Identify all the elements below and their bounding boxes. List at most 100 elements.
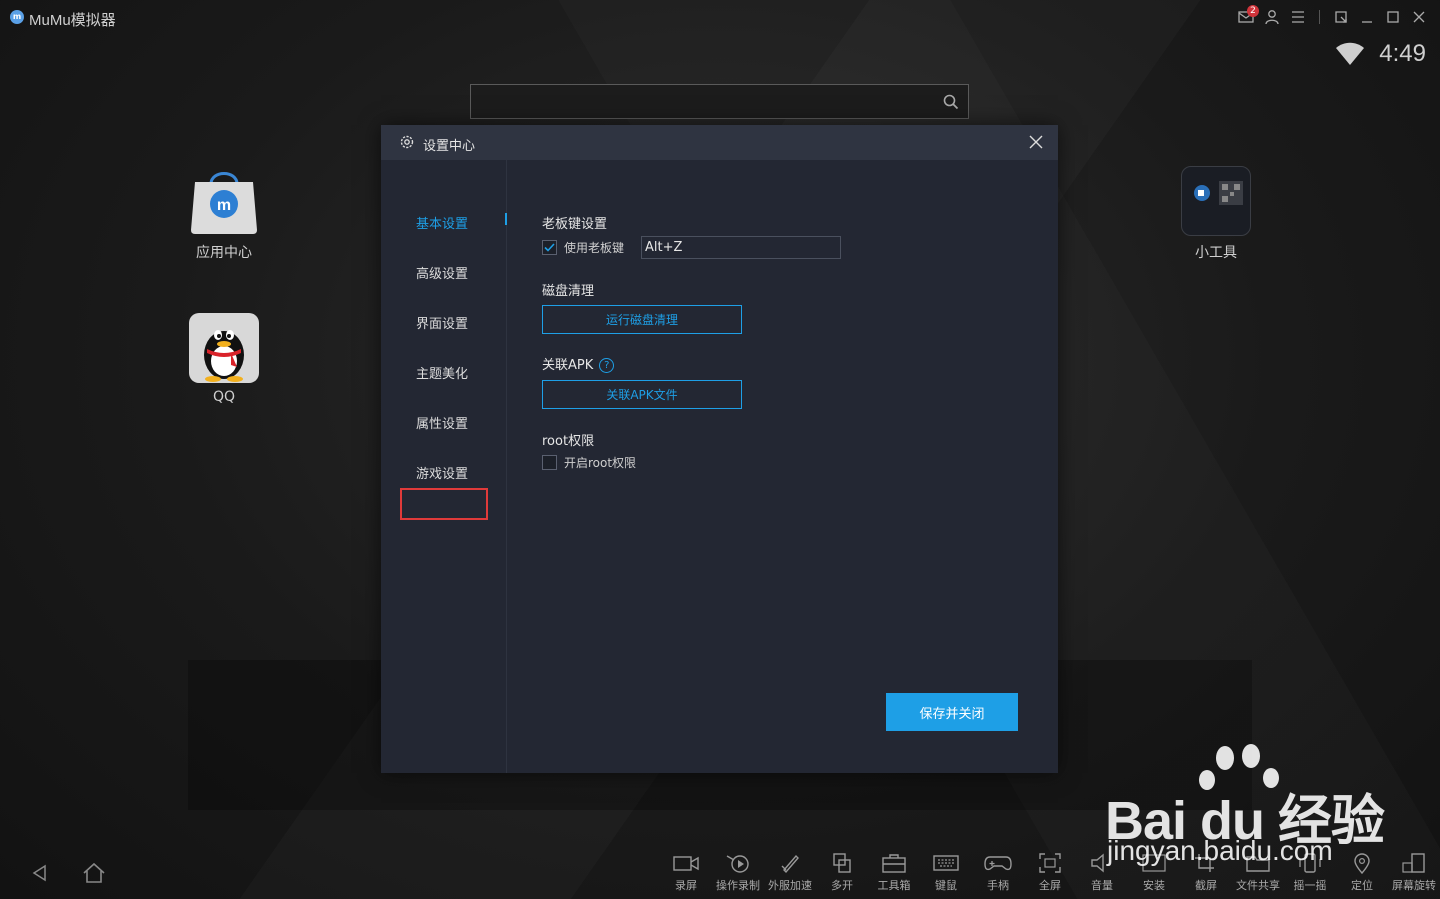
tool-label: 屏幕旋转 [1392, 879, 1436, 892]
minimize-icon[interactable] [1356, 6, 1378, 28]
search-bar [470, 84, 969, 119]
fullscreen-icon [1039, 853, 1061, 873]
tool-volume[interactable]: 音量 [1076, 850, 1128, 893]
crop-icon [1195, 854, 1214, 872]
active-nav-indicator [505, 213, 507, 225]
settings-nav: 基本设置 高级设置 界面设置 主题美化 属性设置 游戏设置 [381, 160, 507, 773]
boss-key-checkbox-label: 使用老板键 [564, 241, 625, 255]
apk-install-icon [1142, 854, 1166, 872]
tool-label: 摇一摇 [1293, 879, 1327, 892]
close-icon[interactable] [1028, 134, 1044, 150]
tool-label: 安装 [1143, 879, 1165, 892]
nav-property-settings[interactable]: 属性设置 [416, 413, 468, 432]
root-permission-checkbox-label: 开启root权限 [564, 456, 637, 470]
app-center[interactable]: m 应用中心 [179, 166, 269, 262]
nav-basic-settings[interactable]: 基本设置 [416, 213, 468, 232]
dialog-title: 设置中心 [423, 139, 476, 154]
back-icon[interactable] [30, 863, 50, 883]
home-icon[interactable] [82, 862, 106, 884]
tool-gamepad[interactable]: 手柄 [972, 850, 1024, 893]
tool-macro-record[interactable]: 操作录制 [712, 850, 764, 893]
nav-interface-settings[interactable]: 界面设置 [416, 313, 468, 332]
tool-multi-instance[interactable]: 多开 [816, 850, 868, 893]
associate-apk-button[interactable]: 关联APK文件 [542, 380, 742, 409]
search-input[interactable] [471, 85, 968, 118]
app-qq[interactable]: QQ [179, 313, 269, 405]
macro-record-icon [726, 855, 749, 873]
boss-key-checkbox[interactable] [542, 240, 557, 255]
compact-mode-icon[interactable] [1330, 6, 1352, 28]
dialog-header: 设置中心 [381, 125, 1058, 160]
speaker-icon [1091, 853, 1104, 873]
tool-label: 工具箱 [877, 879, 911, 892]
tool-fullscreen[interactable]: 全屏 [1024, 850, 1076, 893]
status-bar: 4:49 [1335, 40, 1426, 68]
folder-icon [1246, 856, 1270, 872]
app-label: 小工具 [1195, 245, 1237, 261]
tool-label: 定位 [1351, 879, 1373, 892]
shake-phone-icon [1299, 853, 1321, 873]
mail-icon[interactable]: 2 [1235, 5, 1259, 28]
keyboard-icon [933, 855, 959, 871]
location-pin-icon [1354, 853, 1370, 874]
tools-folder-icon [1181, 166, 1251, 236]
tool-screenshot[interactable]: 截屏 [1180, 850, 1232, 893]
tool-label: 全屏 [1039, 879, 1061, 892]
app-tools[interactable]: 小工具 [1171, 166, 1261, 262]
bottom-toolbar: 录屏 操作录制 外服加速 多开 工具箱 键鼠 手柄 全屏 音量 安装 截屏 文件… [660, 850, 1440, 899]
tool-file-share[interactable]: 文件共享 [1232, 850, 1284, 893]
app-label: QQ [212, 389, 236, 405]
tool-label: 外服加速 [768, 879, 812, 892]
search-icon[interactable] [942, 93, 960, 111]
notification-badge: 2 [1247, 5, 1259, 17]
root-permission-checkbox[interactable] [542, 455, 557, 470]
multi-window-icon [833, 853, 851, 873]
svg-text:m: m [217, 197, 231, 214]
clock: 4:49 [1379, 40, 1426, 67]
boss-key-option: 使用老板键 [542, 239, 624, 256]
help-icon[interactable]: ? [599, 358, 615, 373]
checkmark-icon [544, 243, 555, 252]
apk-association-title: 关联APK? [542, 354, 615, 373]
mumu-logo-icon: m [10, 10, 24, 24]
gear-icon [400, 135, 414, 149]
tool-location[interactable]: 定位 [1336, 850, 1388, 893]
nav-theme[interactable]: 主题美化 [416, 363, 468, 382]
shopping-bag-icon: m [189, 166, 259, 236]
tool-shake[interactable]: 摇一摇 [1284, 850, 1336, 893]
tool-label: 键鼠 [935, 879, 957, 892]
app-label: 应用中心 [196, 245, 252, 261]
root-permission-option: 开启root权限 [542, 454, 636, 471]
wifi-icon [1336, 42, 1365, 65]
title-bar: m MuMu模拟器 2 [0, 0, 1440, 36]
tool-record-screen[interactable]: 录屏 [660, 850, 712, 893]
root-permission-title: root权限 [542, 434, 595, 449]
tool-toolbox[interactable]: 工具箱 [868, 850, 920, 893]
maximize-icon[interactable] [1382, 6, 1404, 28]
boss-key-title: 老板键设置 [542, 217, 608, 232]
disk-cleanup-title: 磁盘清理 [542, 284, 595, 299]
menu-icon[interactable] [1287, 6, 1309, 28]
tool-label: 录屏 [675, 879, 697, 892]
tool-label: 截屏 [1195, 879, 1217, 892]
tool-overseas-boost[interactable]: 外服加速 [764, 850, 816, 893]
close-window-icon[interactable] [1408, 6, 1430, 28]
save-and-close-button[interactable]: 保存并关闭 [886, 693, 1018, 731]
rocket-icon [781, 854, 799, 874]
tool-label: 操作录制 [716, 879, 760, 892]
nav-game-settings[interactable]: 游戏设置 [416, 463, 468, 482]
tool-label: 手柄 [987, 879, 1009, 892]
apk-association-label: 关联APK [542, 358, 594, 373]
run-disk-cleanup-button[interactable]: 运行磁盘清理 [542, 305, 742, 334]
qq-penguin-icon [189, 313, 259, 383]
user-icon[interactable] [1261, 6, 1283, 28]
tool-label: 音量 [1091, 879, 1113, 892]
tool-keyboard-mouse[interactable]: 键鼠 [920, 850, 972, 893]
tool-install-apk[interactable]: 安装 [1128, 850, 1180, 893]
boss-key-hotkey-input[interactable] [641, 236, 841, 259]
tool-label: 多开 [831, 879, 853, 892]
title-bar-divider [1319, 10, 1320, 24]
nav-advanced-settings[interactable]: 高级设置 [416, 263, 468, 282]
tool-rotate-screen[interactable]: 屏幕旋转 [1388, 850, 1440, 893]
toolbox-icon [882, 854, 906, 873]
